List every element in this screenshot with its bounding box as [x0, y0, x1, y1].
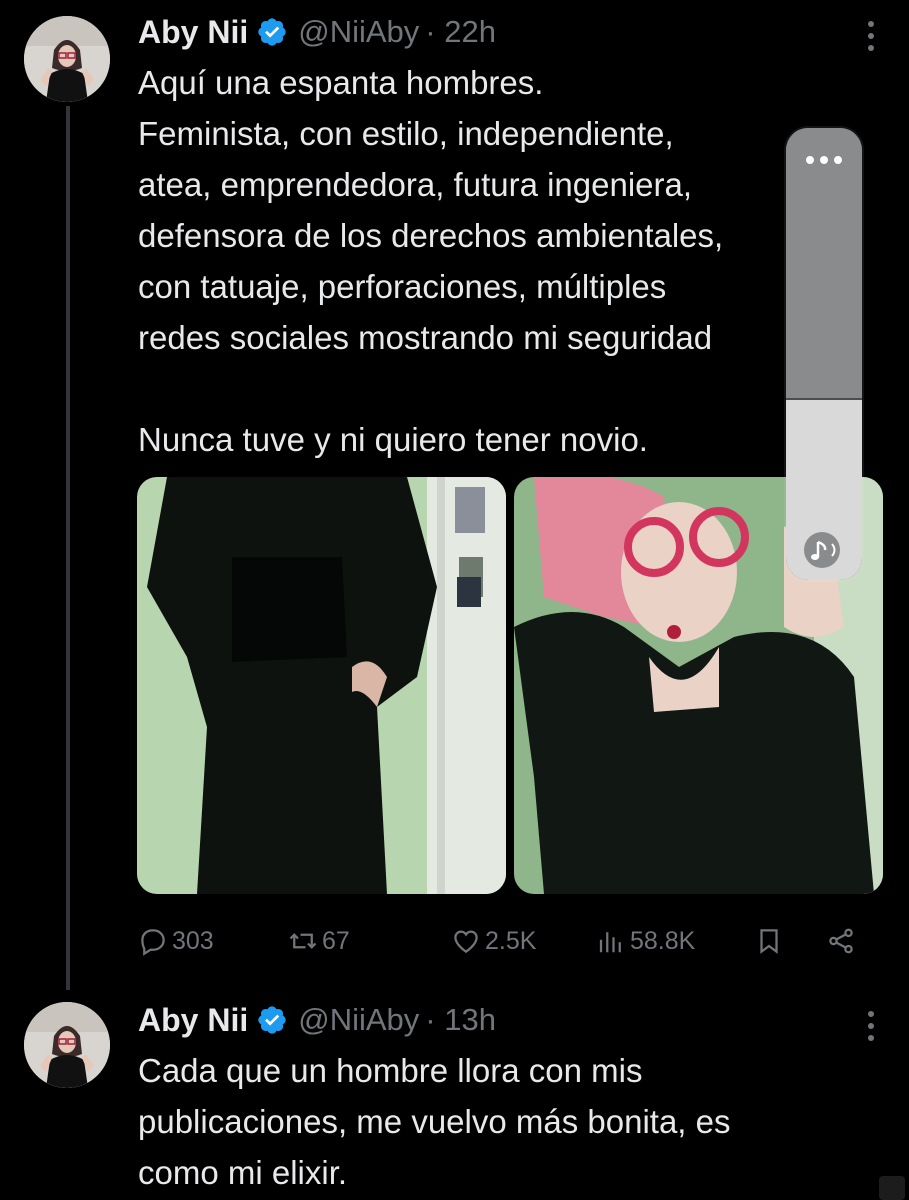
reply-button[interactable]: 303 — [138, 918, 214, 964]
timestamp[interactable]: · 13h — [425, 1002, 496, 1038]
views-button[interactable]: 58.8K — [596, 918, 695, 964]
more-icon[interactable] — [798, 152, 850, 168]
timestamp[interactable]: · 22h — [425, 14, 496, 50]
repost-count: 67 — [322, 926, 350, 955]
scrollbar[interactable] — [879, 1176, 905, 1200]
bookmark-button[interactable] — [754, 918, 788, 964]
tweet-header: Aby Nii @NiiAby · 13h — [138, 998, 496, 1042]
tweet-header: Aby Nii @NiiAby · 22h — [138, 10, 496, 54]
display-name[interactable]: Aby Nii — [138, 1002, 248, 1039]
display-name[interactable]: Aby Nii — [138, 14, 248, 51]
avatar[interactable] — [24, 16, 110, 102]
like-icon — [454, 930, 478, 953]
views-count: 58.8K — [630, 926, 696, 955]
views-icon — [599, 932, 621, 953]
repost-button[interactable]: 67 — [288, 918, 350, 964]
share-button[interactable] — [826, 918, 860, 964]
bookmark-icon — [760, 929, 778, 954]
more-icon[interactable] — [861, 16, 881, 56]
reply-icon — [141, 929, 165, 956]
reply-count: 303 — [172, 926, 214, 955]
tweet-text: Cada que un hombre llora con mis publica… — [138, 1052, 731, 1191]
avatar[interactable] — [24, 1002, 110, 1088]
repost-icon — [289, 933, 317, 949]
panel-upper — [786, 128, 862, 398]
more-icon[interactable] — [861, 1006, 881, 1046]
handle[interactable]: @NiiAby — [298, 1002, 419, 1038]
verified-badge-icon — [258, 1006, 286, 1034]
photo-1[interactable] — [137, 477, 506, 894]
action-bar: 303 67 2.5K 58.8K — [138, 918, 868, 964]
share-icon — [829, 928, 853, 954]
media-grid — [137, 477, 883, 894]
music-note-icon[interactable] — [802, 530, 846, 570]
like-button[interactable]: 2.5K — [451, 918, 536, 964]
tweet-text: Aquí una espanta hombres. Feminista, con… — [138, 64, 724, 458]
like-count: 2.5K — [485, 926, 537, 955]
thread-line — [66, 106, 70, 990]
verified-badge-icon — [258, 18, 286, 46]
floating-media-panel[interactable] — [786, 128, 862, 580]
handle[interactable]: @NiiAby — [298, 14, 419, 50]
